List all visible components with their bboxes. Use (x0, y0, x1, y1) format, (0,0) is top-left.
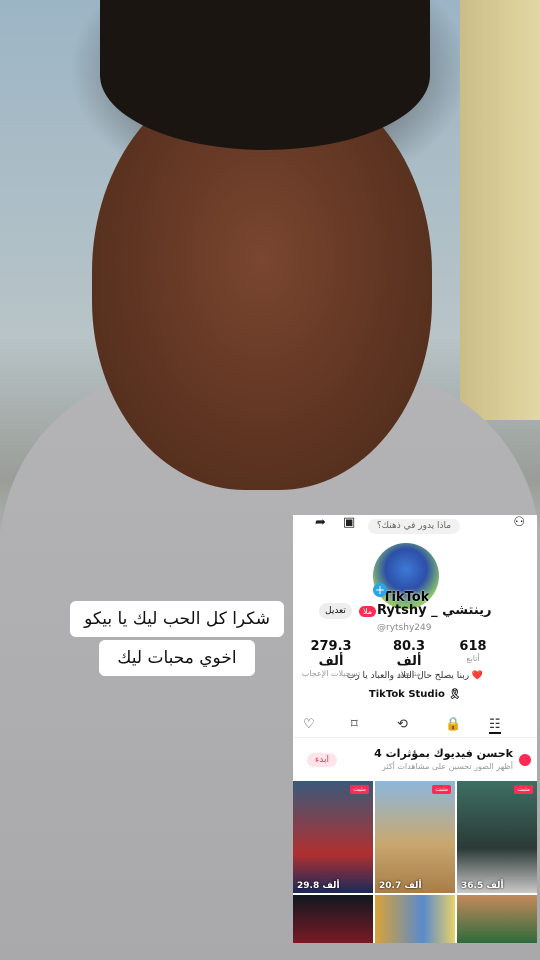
profile-stats: 279.3 ألف تسجيلات الإعجاب 80.3 ألف متابع… (293, 639, 537, 678)
pinned-badge: مثبت (350, 785, 369, 794)
view-count: 29.8 ألف (297, 881, 340, 891)
profile-screenshot: ➦ ▣ ⚇ ماذا يدور في ذهنك؟ TikTok + تعديل … (293, 515, 537, 943)
grid-icon[interactable]: ☷ (489, 717, 501, 734)
share-icon[interactable]: ➦ (315, 515, 326, 530)
caption-line-2: اخوي محبات ليك (99, 640, 255, 676)
pinned-badge: مثبت (432, 785, 451, 794)
stat-value: 279.3 ألف (310, 639, 352, 669)
view-count: 36.5 ألف (461, 881, 504, 891)
stat-label: أتابع (466, 654, 480, 663)
add-story-icon[interactable]: + (373, 583, 387, 597)
prompt-bubble[interactable]: ماذا يدور في ذهنك؟ (368, 519, 460, 534)
repost-icon[interactable]: ⟲ (397, 717, 408, 732)
video-thumbnail[interactable] (375, 895, 455, 943)
avatar[interactable]: TikTok (373, 543, 439, 609)
pinned-badge: مثبت (514, 785, 533, 794)
bookmark-icon[interactable]: ⌑ (351, 717, 358, 732)
tiktok-studio-link[interactable]: TikTok Studio 🎗 (293, 689, 537, 700)
calendar-icon[interactable]: ▣ (343, 515, 355, 530)
stat-following[interactable]: 618 أتابع (443, 639, 503, 663)
playlist-title: حسن فيديوك بمؤثرات 4k (374, 747, 513, 760)
video-thumbnail[interactable]: مثبت 36.5 ألف (457, 781, 537, 893)
background-wall (460, 0, 540, 420)
edit-profile-button[interactable]: تعديل (319, 603, 352, 619)
lock-icon[interactable]: 🔒 (445, 717, 461, 732)
playlist-subtitle: أظهر الصور تحسين على مشاهدات أكثر (381, 762, 513, 771)
profile-tabs: ♡ ⌑ ⟲ 🔒 ☷ (293, 713, 537, 738)
playlist-icon (519, 754, 531, 766)
stat-value: 80.3 ألف (392, 639, 426, 669)
add-friend-icon[interactable]: ⚇ (513, 515, 525, 530)
status-badge: ملا (359, 606, 377, 617)
person-hair (100, 0, 430, 150)
video-thumbnail[interactable]: مثبت 20.7 ألف (375, 781, 455, 893)
profile-handle: @rytshy249 (377, 623, 432, 633)
profile-bio: ربنا يصلح حال البلاد والعباد يا رب ❤️ (346, 671, 484, 681)
name-row: تعديل ملا Rytshy _ رينتشي (293, 603, 537, 623)
view-count: 20.7 ألف (379, 881, 422, 891)
video-thumbnail[interactable] (457, 895, 537, 943)
video-thumbnail[interactable] (293, 895, 373, 943)
heart-icon[interactable]: ♡ (303, 717, 315, 732)
video-thumbnail[interactable]: مثبت 29.8 ألف (293, 781, 373, 893)
playlist-start-button[interactable]: ابدء (307, 753, 337, 767)
video-grid: مثبت 29.8 ألف مثبت 20.7 ألف مثبت 36.5 أل… (293, 781, 537, 943)
profile-name: Rytshy _ رينتشي (377, 603, 492, 618)
caption-line-1: شكرا كل الحب ليك يا بيكو (70, 601, 284, 637)
stat-value: 618 (459, 639, 487, 654)
